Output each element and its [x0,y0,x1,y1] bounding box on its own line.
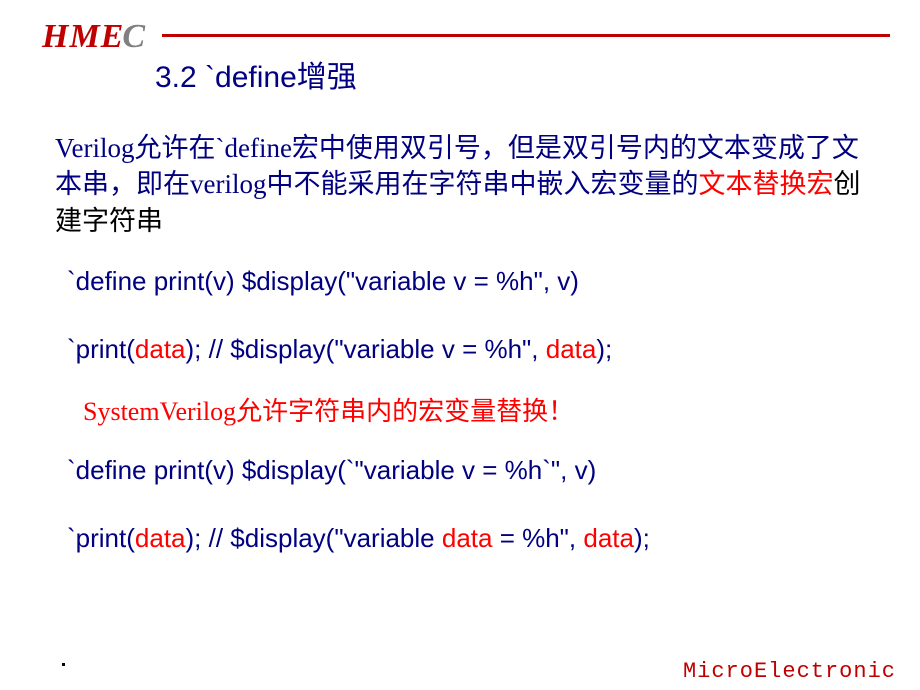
code4-b: data [135,523,186,553]
code-define-1: `define print(v) $display("variable v = … [67,265,865,299]
slide-content: Verilog允许在`define宏中使用双引号，但是双引号内的文本变成了文本串… [55,130,865,556]
slide-title: 3.2 `define增强 [155,52,357,96]
code4-c: ); // $display("variable [186,523,442,553]
code4-a: `print( [67,523,135,553]
code2-c: ); // $display("variable v = %h", [186,334,546,364]
code4-f: data [583,523,634,553]
code1-a: `define print(v) $display("variable v = … [67,266,579,296]
code4-e: = %h", [492,523,583,553]
hmec-logo: HMEC [42,18,146,56]
systemverilog-note: SystemVerilog允许字符串内的宏变量替换！ [83,391,865,428]
intro-text-b: 文本替换宏 [698,169,833,199]
code-print-1: `print(data); // $display("variable v = … [67,333,865,367]
logo-main: HME [42,18,124,55]
code3-a: `define print(v) $display(`"variable v =… [67,455,596,485]
code2-e: ); [596,334,612,364]
code2-d: data [546,334,597,364]
code4-g: ); [634,523,650,553]
code-define-2: `define print(v) $display(`"variable v =… [67,454,865,488]
bullet-dot [62,663,65,666]
sv-note-text: SystemVerilog允许字符串内的宏变量替换！ [83,397,574,426]
header-divider [162,34,890,37]
intro-paragraph: Verilog允许在`define宏中使用双引号，但是双引号内的文本变成了文本串… [55,130,865,239]
code4-d: data [442,523,493,553]
footer-brand: MicroElectronic [683,659,896,684]
code2-b: data [135,334,186,364]
code2-a: `print( [67,334,135,364]
code-print-2: `print(data); // $display("variable data… [67,522,865,556]
logo-suffix: C [122,18,146,55]
